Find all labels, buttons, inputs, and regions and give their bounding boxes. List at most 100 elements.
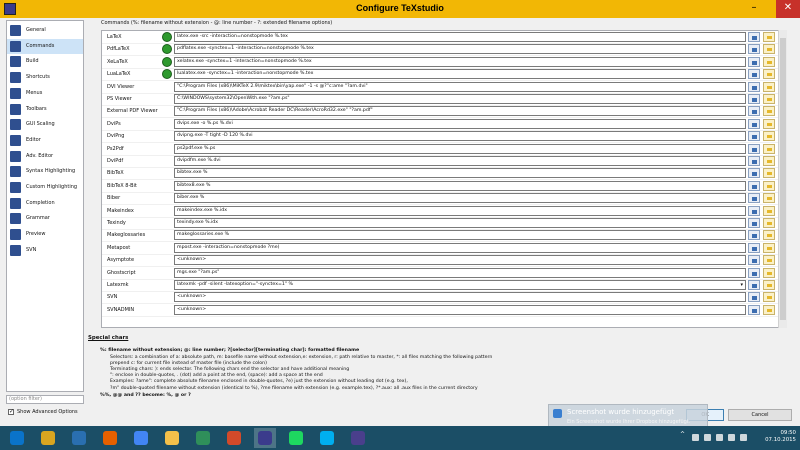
save-icon[interactable] [748,205,760,216]
save-icon[interactable] [748,156,760,166]
save-icon[interactable] [748,94,760,104]
sidebar-item-grammar[interactable]: Grammar [7,211,83,226]
command-input[interactable]: pdflatex.exe -synctex=1 -interaction=non… [174,44,746,55]
command-combo[interactable]: latexmk -pdf -silent -latexoption="-sync… [174,280,746,290]
taskbar-matlab-button[interactable] [223,428,245,448]
command-input[interactable]: dvips.exe -o %.ps %.dvi [174,118,746,129]
sidebar-item-shortcuts[interactable]: Shortcuts [7,70,83,85]
folder-open-icon[interactable] [763,180,775,191]
save-icon[interactable] [748,193,760,204]
network-icon[interactable] [692,434,699,441]
taskbar-clock[interactable]: 09:50 07.10.2015 [760,430,796,444]
command-input[interactable]: <unknown> [174,304,746,315]
folder-open-icon[interactable] [763,230,775,241]
taskbar-chrome-button[interactable] [130,428,152,448]
folder-open-icon[interactable] [763,168,775,179]
scrollbar-thumb[interactable] [780,38,786,320]
folder-open-icon[interactable] [763,255,775,266]
sidebar-item-custom-highlighting[interactable]: Custom Highlighting [7,180,83,195]
command-input[interactable]: "C:\Program Files (x86)\Adobe\Acrobat Re… [174,106,746,117]
cancel-button[interactable]: Cancel [728,409,792,421]
save-icon[interactable] [748,168,760,179]
save-icon[interactable] [748,118,760,129]
sidebar-item-syntax-highlighting[interactable]: Syntax Highlighting [7,164,83,179]
command-input[interactable]: biber.exe % [174,193,746,204]
command-input[interactable]: texindy.exe %.idx [174,218,746,228]
taskbar-windows-start-button[interactable] [6,428,28,448]
folder-open-icon[interactable] [763,81,775,92]
sidebar-item-adv-editor[interactable]: Adv. Editor [7,149,83,164]
folder-open-icon[interactable] [763,118,775,129]
command-input[interactable]: dvipdfm.exe %.dvi [174,156,746,166]
command-input[interactable]: <unknown> [174,292,746,303]
folder-open-icon[interactable] [763,156,775,166]
command-input[interactable]: dvipng.exe -T tight -D 120 %.dvi [174,131,746,142]
folder-open-icon[interactable] [763,106,775,117]
command-input[interactable]: <unknown> [174,255,746,266]
save-icon[interactable] [748,56,760,67]
save-icon[interactable] [748,242,760,253]
save-icon[interactable] [748,304,760,315]
save-icon[interactable] [748,44,760,55]
sidebar-item-preview[interactable]: Preview [7,227,83,242]
taskbar-paint-button[interactable] [68,428,90,448]
save-icon[interactable] [748,255,760,266]
sidebar-item-menus[interactable]: Menus [7,86,83,101]
sidebar-item-toolbars[interactable]: Toolbars [7,102,83,117]
command-input[interactable]: bibtex.exe % [174,168,746,179]
save-icon[interactable] [748,32,760,42]
folder-open-icon[interactable] [763,94,775,104]
taskbar-firefox-button[interactable] [99,428,121,448]
save-icon[interactable] [748,81,760,92]
taskbar-skype-button[interactable] [316,428,338,448]
folder-open-icon[interactable] [763,280,775,290]
taskbar-spotify-button[interactable] [285,428,307,448]
taskbar-folder-button[interactable] [161,428,183,448]
folder-open-icon[interactable] [763,292,775,303]
taskbar-tool-button[interactable] [192,428,214,448]
command-wizard-icon[interactable] [162,32,172,42]
command-input[interactable]: mpost.exe -interaction=nonstopmode ?me) [174,242,746,253]
dropbox-notification[interactable]: Screenshot wurde hinzugefügt Ein Screens… [548,404,708,428]
command-input[interactable]: lualatex.exe -synctex=1 -interaction=non… [174,69,746,80]
folder-open-icon[interactable] [763,69,775,80]
dropbox-tray-icon[interactable] [704,434,711,441]
command-input[interactable]: bibtex8.exe % [174,180,746,191]
folder-open-icon[interactable] [763,267,775,278]
save-icon[interactable] [748,180,760,191]
sidebar-item-gui-scaling[interactable]: GUI Scaling [7,117,83,132]
save-icon[interactable] [748,280,760,290]
show-advanced-checkbox[interactable]: ✓ [8,409,14,415]
save-icon[interactable] [748,230,760,241]
save-icon[interactable] [748,292,760,303]
command-input[interactable]: C:\WINDOWS\system32\OpenWith.exe "?am.ps… [174,94,746,104]
save-icon[interactable] [748,218,760,228]
folder-open-icon[interactable] [763,205,775,216]
battery-icon[interactable] [728,434,735,441]
command-input[interactable]: mgs.exe "?am.ps" [174,267,746,278]
save-icon[interactable] [748,69,760,80]
sidebar-item-general[interactable]: General [7,23,83,38]
minimize-button[interactable]: – [742,0,766,18]
command-wizard-icon[interactable] [162,56,172,67]
taskbar-texstudio-button[interactable] [254,428,276,448]
sidebar-item-svn[interactable]: SVN [7,243,83,258]
folder-open-icon[interactable] [763,218,775,228]
folder-open-icon[interactable] [763,143,775,154]
command-wizard-icon[interactable] [162,69,172,80]
chevron-down-icon[interactable]: ▾ [740,281,743,289]
save-icon[interactable] [748,131,760,142]
folder-open-icon[interactable] [763,242,775,253]
volume-icon[interactable] [740,434,747,441]
flag-icon[interactable] [716,434,723,441]
option-filter-input[interactable]: (option filter) [6,395,84,404]
command-input[interactable]: "C:\Program Files (x86)\MiKTeX 2.9\mikte… [174,81,746,92]
tray-chevron[interactable]: ^ [680,431,685,438]
taskbar-texstudio-alt-button[interactable] [347,428,369,448]
folder-open-icon[interactable] [763,193,775,204]
folder-open-icon[interactable] [763,304,775,315]
taskbar-file-explorer-button[interactable] [37,428,59,448]
commands-scrollbar[interactable] [778,30,787,328]
command-input[interactable]: latex.exe -src -interaction=nonstopmode … [174,32,746,42]
command-input[interactable]: xelatex.exe -synctex=1 -interaction=nons… [174,56,746,67]
